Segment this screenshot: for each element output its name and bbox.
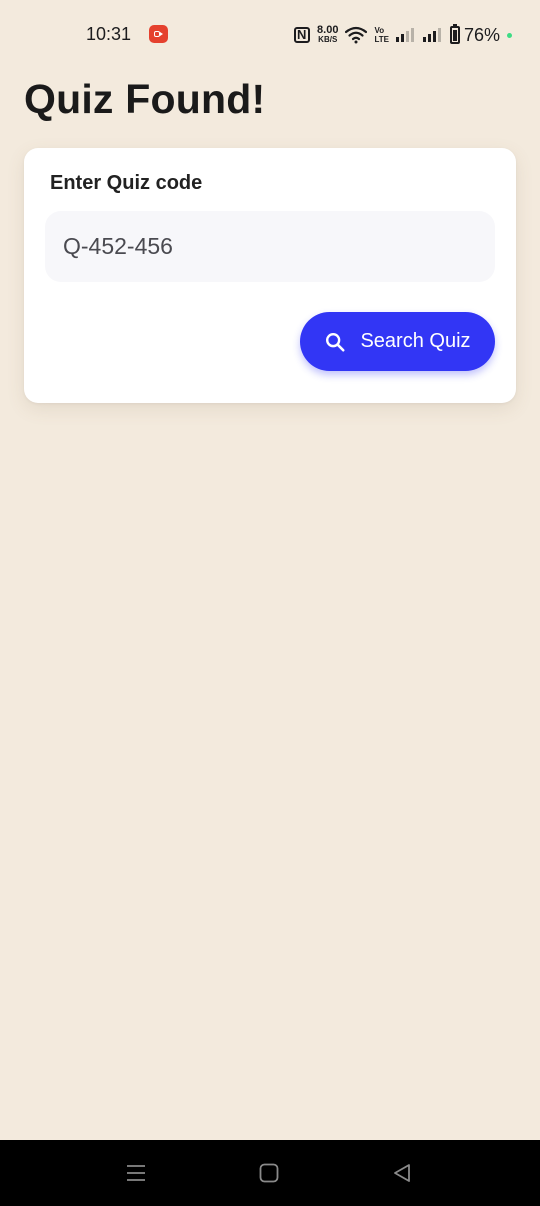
- network-speed: 8.00 KB/S: [317, 24, 339, 45]
- search-quiz-button-label: Search Quiz: [360, 330, 471, 352]
- menu-icon: [127, 1165, 145, 1181]
- volte-icon: Vo LTE: [374, 26, 389, 44]
- network-speed-unit: KB/S: [318, 35, 338, 44]
- status-bar: 10:31 8.00 KB/S Vo LTE: [0, 0, 540, 70]
- privacy-indicator-dot: [507, 32, 512, 38]
- status-indicators: 8.00 KB/S Vo LTE 76%: [294, 22, 512, 48]
- battery-icon: [449, 24, 460, 44]
- volte-bottom: LTE: [374, 35, 389, 44]
- search-quiz-button[interactable]: Search Quiz: [300, 312, 495, 371]
- nfc-icon: [294, 27, 311, 43]
- menu-button[interactable]: [123, 1160, 149, 1186]
- status-time: 10:31: [86, 24, 132, 44]
- wifi-icon: [345, 26, 368, 44]
- home-icon: [259, 1163, 279, 1183]
- screen-record-icon: [149, 25, 168, 43]
- quiz-code-input[interactable]: [45, 211, 495, 282]
- page-title: Quiz Found!: [24, 76, 266, 122]
- signal-icon: [395, 28, 414, 42]
- quiz-code-card: Enter Quiz code Search Quiz: [24, 148, 516, 403]
- quiz-code-label: Enter Quiz code: [50, 172, 203, 194]
- back-icon: [394, 1164, 410, 1182]
- volte-top: Vo: [374, 26, 385, 35]
- signal-icon-2: [422, 28, 441, 42]
- back-button[interactable]: [389, 1160, 415, 1186]
- network-speed-value: 8.00: [317, 24, 339, 36]
- system-nav-bar: [0, 1140, 540, 1206]
- battery-percent: 76%: [463, 24, 500, 45]
- search-icon: [326, 332, 346, 352]
- home-button[interactable]: [256, 1160, 282, 1186]
